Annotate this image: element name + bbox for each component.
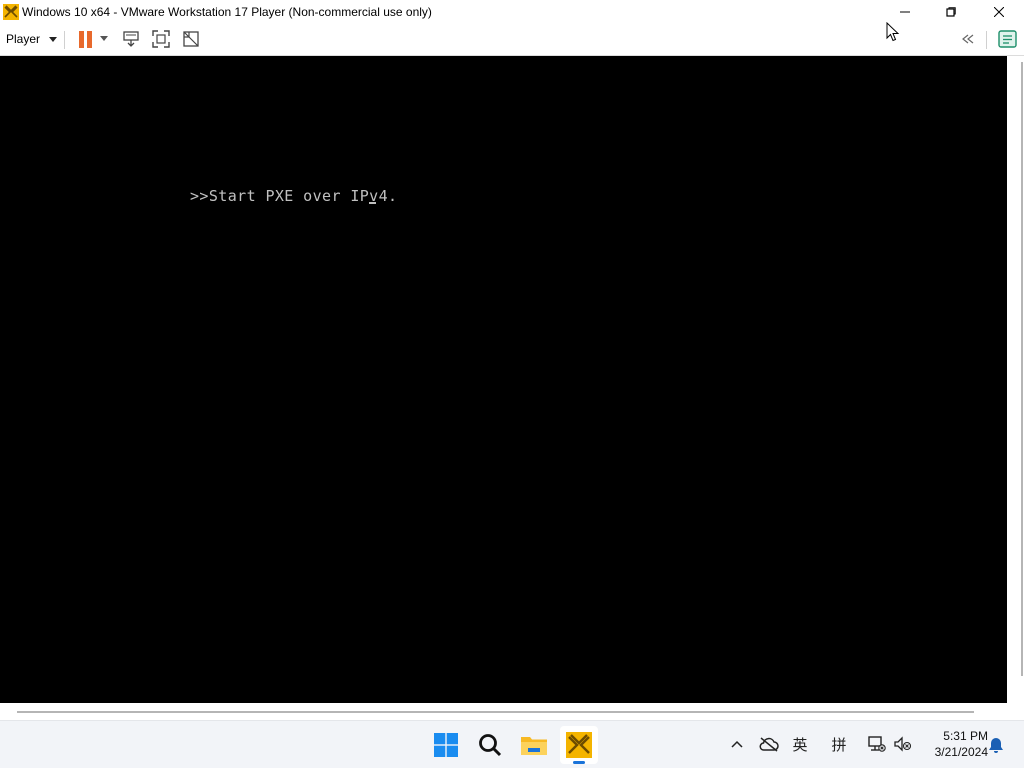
input-mode-button[interactable]: 拼 xyxy=(828,733,850,755)
network-disconnected-icon xyxy=(868,736,886,752)
minimize-icon xyxy=(900,11,910,13)
clock-time: 5:31 PM xyxy=(943,729,988,743)
show-hidden-icons-button[interactable] xyxy=(728,733,746,755)
toolbar-separator xyxy=(64,31,65,49)
search-button[interactable] xyxy=(471,726,509,764)
vertical-scrollbar[interactable] xyxy=(1008,56,1024,703)
vmware-player-icon xyxy=(566,732,592,758)
pause-icon xyxy=(79,31,84,48)
volume-muted-icon xyxy=(894,736,912,752)
close-button[interactable] xyxy=(976,0,1022,24)
windows-start-icon xyxy=(434,733,458,757)
search-icon xyxy=(479,734,502,757)
player-menu-label: Player xyxy=(6,32,41,46)
restore-icon xyxy=(946,7,956,17)
file-explorer-icon xyxy=(521,737,547,755)
player-toolbar: Player xyxy=(0,24,1024,56)
cloud-offline-icon xyxy=(759,737,779,752)
onedrive-offline-button[interactable] xyxy=(758,733,780,755)
horizontal-scroll-thumb[interactable] xyxy=(17,711,974,713)
close-icon xyxy=(994,7,1004,17)
send-ctrl-alt-del-icon[interactable] xyxy=(121,29,141,49)
volume-button[interactable] xyxy=(892,733,914,755)
active-app-indicator xyxy=(573,761,585,764)
network-button[interactable] xyxy=(865,733,887,755)
collapse-icon[interactable] xyxy=(958,29,978,49)
text-cursor xyxy=(369,202,376,204)
notification-bell-icon[interactable] xyxy=(987,736,1005,754)
clock-button[interactable]: 5:31 PM 3/21/2024 xyxy=(918,728,988,760)
taskbar: 英 拼 5:31 PM 3/21/2024 xyxy=(0,720,1024,768)
clock-date: 3/21/2024 xyxy=(934,745,988,759)
mouse-pointer-icon xyxy=(886,22,900,42)
power-options-dropdown[interactable] xyxy=(100,36,108,41)
player-menu-button[interactable]: Player xyxy=(2,28,61,50)
vmware-player-taskbar-button[interactable] xyxy=(560,726,598,764)
pause-button[interactable] xyxy=(78,30,94,49)
window-title: Windows 10 x64 - VMware Workstation 17 P… xyxy=(22,5,432,19)
horizontal-scrollbar[interactable] xyxy=(0,703,1024,720)
notes-icon[interactable] xyxy=(997,29,1019,49)
start-button[interactable] xyxy=(427,726,465,764)
pxe-boot-message: >>Start PXE over IPv4. xyxy=(190,187,398,205)
unity-icon[interactable] xyxy=(181,29,201,49)
minimize-button[interactable] xyxy=(882,0,928,24)
vmware-app-icon xyxy=(3,4,19,20)
vm-console[interactable]: >>Start PXE over IPv4. xyxy=(0,56,1007,703)
chevron-down-icon xyxy=(49,36,58,42)
pause-icon-bar xyxy=(87,31,92,48)
restore-button[interactable] xyxy=(928,0,974,24)
vertical-scroll-thumb[interactable] xyxy=(1021,62,1023,676)
fit-guest-icon[interactable] xyxy=(151,29,171,49)
chevron-up-icon xyxy=(731,740,743,748)
toolbar-separator-right xyxy=(986,31,987,49)
input-language-button[interactable]: 英 xyxy=(789,733,811,755)
file-explorer-button[interactable] xyxy=(515,726,553,764)
title-bar: Windows 10 x64 - VMware Workstation 17 P… xyxy=(0,0,1024,24)
